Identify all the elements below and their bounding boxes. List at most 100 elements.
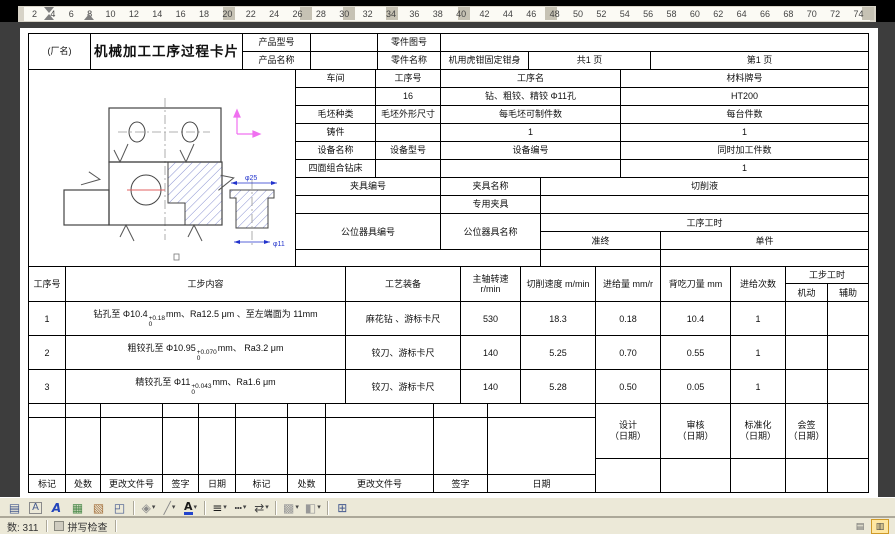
arrow-style-icon[interactable]: ⇄ ▾ xyxy=(252,499,271,516)
threed-style-icon[interactable]: ◧ ▾ xyxy=(303,499,323,516)
step-row-depth: 0.05 xyxy=(660,369,731,405)
frame-text-icon[interactable]: A xyxy=(26,499,45,516)
text-wrap-frame-icon[interactable]: ▤ xyxy=(5,499,24,516)
step-row-no: 1 xyxy=(28,301,66,337)
ruler-number: 24 xyxy=(269,8,280,19)
part-drawing-cell: φ25 φ11 xyxy=(28,68,296,268)
change-label: 日期 xyxy=(198,474,236,494)
font-color-icon[interactable]: A ▾ xyxy=(181,499,200,516)
step-row-aux-time xyxy=(826,301,870,337)
change-label: 处数 xyxy=(65,474,101,494)
ruler-number: 16 xyxy=(175,8,186,19)
drawing-toolbar: ▤ A A ▦ ▧ ◰ ◈ ▾ ╱ ▾ A ▾ ≡ ▾ ┅ ▾ ⇄ ▾ ▩ ▾ ◧ ▾ ⊞ xyxy=(0,497,895,517)
per-unit-label: 每台件数 xyxy=(620,105,870,124)
page-view-button[interactable]: ▥ xyxy=(871,518,889,534)
depth-header: 背吃刀量 mm xyxy=(660,266,731,303)
toolbar-separator xyxy=(326,500,329,515)
op-time-label: 工序工时 xyxy=(539,212,870,233)
ruler-number: 10 xyxy=(105,8,116,19)
dropdown-arrow-icon[interactable]: ▾ xyxy=(295,504,299,511)
fill-color-icon[interactable]: ◈ ▾ xyxy=(139,499,158,516)
ruler-number: 12 xyxy=(128,8,139,19)
total-pages: 共1 页 xyxy=(528,51,651,70)
spindle-speed-header: 主轴转速 r/min xyxy=(460,266,521,303)
document-page[interactable]: (厂名) 机械加工工序过程卡片 产品型号 零件图号 产品名称 零件名称 机用虎钳… xyxy=(20,28,878,497)
line-color-icon-glyph: ╱ xyxy=(163,500,171,515)
dropdown-arrow-icon[interactable]: ▾ xyxy=(152,504,156,511)
change-label: 更改文件号 xyxy=(325,474,434,494)
empty-cell xyxy=(100,417,163,476)
step-row-aux-time xyxy=(826,335,870,371)
line-style-icon[interactable]: ≡ ▾ xyxy=(210,499,229,516)
dropdown-arrow-icon[interactable]: ▾ xyxy=(194,504,198,511)
empty-cell xyxy=(198,403,236,419)
ruler-number: 64 xyxy=(736,8,747,19)
spell-check-panel[interactable]: 拼写检查 xyxy=(47,520,116,534)
empty-cell xyxy=(487,417,596,476)
select-objects-icon[interactable]: ⊞ xyxy=(333,499,352,516)
ruler-number: 48 xyxy=(549,8,560,19)
aux-time-header: 辅助 xyxy=(826,283,870,303)
fixture-no-value xyxy=(295,195,441,214)
step-row-no: 2 xyxy=(28,335,66,371)
passes-header: 进给次数 xyxy=(730,266,786,303)
ruler[interactable]: 2 4 6 8 10 12 14 16 18 20 22 24 26 28 30 32 34 36 38 40 42 44… xyxy=(18,6,876,23)
empty-cell xyxy=(785,458,828,494)
step-row-tools: 麻花钻 、游标卡尺 xyxy=(345,301,461,337)
dash-style-icon-glyph: ┅ xyxy=(234,500,242,515)
empty-cell xyxy=(162,417,199,476)
ruler-number: 22 xyxy=(245,8,256,19)
step-content-text: 钻孔至 Φ10.4 xyxy=(93,308,148,319)
insert-wordart-icon[interactable]: A xyxy=(47,499,66,516)
empty-cell xyxy=(660,458,731,494)
op-name-label: 工序名 xyxy=(439,69,622,88)
step-row-depth: 10.4 xyxy=(660,301,731,337)
insert-textbox-icon[interactable]: ◰ xyxy=(110,499,129,516)
dropdown-arrow-icon[interactable]: ▾ xyxy=(317,504,321,511)
empty-cell xyxy=(65,403,101,419)
shadow-style-icon[interactable]: ▩ ▾ xyxy=(281,499,301,516)
font-color-icon-glyph: A xyxy=(183,499,193,515)
dropdown-arrow-icon[interactable]: ▾ xyxy=(265,504,269,511)
ruler-number: 18 xyxy=(199,8,210,19)
insert-wordart-icon-glyph: A xyxy=(51,500,62,515)
tolerance-lower: 0 xyxy=(191,389,195,397)
step-row-passes: 1 xyxy=(730,335,786,371)
empty-cell xyxy=(28,403,66,419)
dash-style-icon[interactable]: ┅ ▾ xyxy=(231,499,250,516)
normal-view-button[interactable]: ▤ xyxy=(851,519,869,534)
material-value: HT200 xyxy=(620,87,870,106)
empty-cell xyxy=(827,458,869,494)
sign-label: 审核 xyxy=(686,419,705,430)
sign-date-label: （日期） xyxy=(739,431,776,442)
dropdown-arrow-icon[interactable]: ▾ xyxy=(223,504,227,511)
line-color-icon[interactable]: ╱ ▾ xyxy=(160,499,179,516)
sign-label: 设计 xyxy=(618,419,637,430)
fixture-no-label: 夹具编号 xyxy=(295,177,441,196)
ruler-number: 70 xyxy=(806,8,817,19)
dropdown-arrow-icon[interactable]: ▾ xyxy=(243,504,247,511)
first-line-indent-marker[interactable] xyxy=(44,7,54,13)
insert-clipart-icon[interactable]: ▧ xyxy=(89,499,108,516)
insert-picture-icon[interactable]: ▦ xyxy=(68,499,87,516)
dim-top-label: φ25 xyxy=(245,175,257,182)
equip-name-label: 设备名称 xyxy=(295,141,376,160)
empty-cell xyxy=(287,417,326,476)
cut-speed-header: 切削速度 m/min xyxy=(520,266,596,303)
sign-label: 会签 xyxy=(797,419,816,430)
document-workspace: (厂名) 机械加工工序过程卡片 产品型号 零件图号 产品名称 零件名称 机用虎钳… xyxy=(0,22,895,497)
indent-marker[interactable] xyxy=(84,14,94,20)
dropdown-arrow-icon[interactable]: ▾ xyxy=(172,504,176,511)
step-content-text: 精铰孔至 Φ11 xyxy=(135,376,191,387)
spell-check-icon xyxy=(53,521,64,531)
step-content-text: mm、Ra1.6 μm xyxy=(212,376,276,387)
step-content-text: 粗铰孔至 Φ10.95 xyxy=(127,342,196,353)
step-content-header: 工步内容 xyxy=(65,266,346,303)
hanging-indent-marker[interactable] xyxy=(44,14,54,20)
sign-label: 标准化 xyxy=(744,419,772,430)
ruler-number: 68 xyxy=(783,8,794,19)
part-name-label: 零件名称 xyxy=(377,51,441,70)
part-no-value xyxy=(439,33,870,52)
page-number: 第1 页 xyxy=(649,51,870,70)
step-row-aux-time xyxy=(826,369,870,405)
